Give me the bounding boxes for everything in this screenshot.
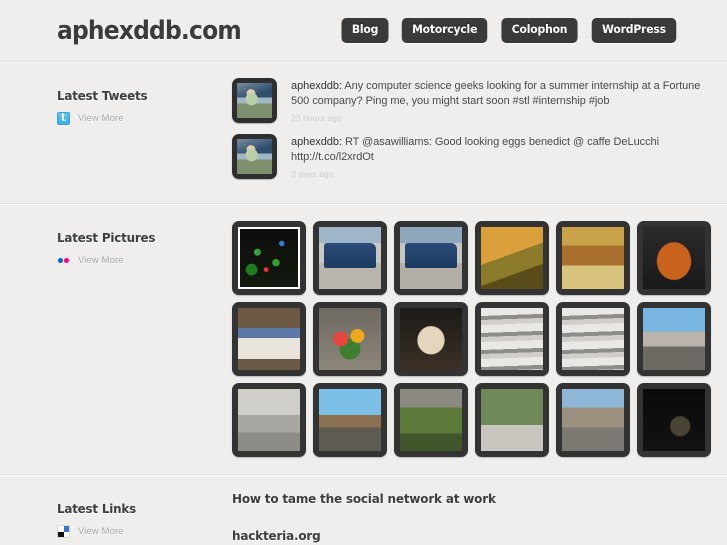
photo-thumbnail[interactable] [556, 302, 630, 376]
photo-image [238, 308, 300, 370]
avatar[interactable] [232, 134, 277, 179]
tweet-item: aphexddb: RT @asawilliams: Good looking … [232, 134, 701, 179]
photo-image [319, 389, 381, 451]
pictures-sidebar: Latest Pictures View More [0, 220, 232, 474]
avatar[interactable] [232, 78, 277, 123]
link-item[interactable]: How to tame the social network at work [232, 491, 682, 506]
delicious-icon [57, 525, 70, 538]
tweets-view-more-link[interactable]: View More [57, 111, 232, 125]
photo-thumbnail[interactable] [475, 302, 549, 376]
photo-image [643, 389, 705, 451]
photo-thumbnail[interactable] [232, 221, 306, 295]
photo-thumbnail[interactable] [394, 383, 468, 457]
tweet-message: RT @asawilliams: Good looking eggs bened… [291, 136, 660, 163]
photo-thumbnail[interactable] [313, 302, 387, 376]
latest-pictures-heading: Latest Pictures [57, 230, 156, 245]
twitter-icon [57, 111, 70, 125]
tweet-text: aphexddb: Any computer science geeks loo… [291, 79, 701, 109]
tweet-username[interactable]: aphexddb: [291, 80, 342, 92]
photo-thumbnail[interactable] [313, 221, 387, 295]
photo-thumbnail[interactable] [394, 302, 468, 376]
pictures-grid [232, 220, 711, 457]
tweets-list: aphexddb: Any computer science geeks loo… [232, 78, 727, 203]
links-sidebar: Latest Links View More [0, 491, 232, 544]
photo-image [319, 227, 381, 289]
photo-thumbnail[interactable] [394, 221, 468, 295]
tweet-timestamp: 23 hours ago [291, 113, 342, 123]
photo-thumbnail[interactable] [475, 383, 549, 457]
photo-image [319, 308, 381, 370]
tweet-username[interactable]: aphexddb: [291, 136, 342, 148]
links-view-more-label: View More [78, 526, 124, 537]
pictures-view-more-label: View More [78, 255, 124, 266]
photo-image [400, 227, 462, 289]
photo-thumbnail[interactable] [637, 302, 711, 376]
photo-thumbnail[interactable] [637, 383, 711, 457]
nav-blog-button[interactable]: Blog [341, 18, 389, 43]
links-list: How to tame the social network at work h… [232, 491, 727, 544]
tweets-sidebar: Latest Tweets View More [0, 78, 232, 203]
tweet-item: aphexddb: Any computer science geeks loo… [232, 78, 701, 123]
main-navigation: Blog Motorcycle Colophon WordPress [340, 18, 679, 43]
link-item[interactable]: hackteria.org [232, 528, 682, 543]
photo-image [400, 389, 462, 451]
site-header: aphexddb.com Blog Motorcycle Colophon Wo… [0, 0, 727, 62]
photo-image [562, 227, 624, 289]
tweet-text: aphexddb: RT @asawilliams: Good looking … [291, 135, 701, 165]
photo-image [238, 389, 300, 451]
photo-image [238, 227, 300, 289]
photo-image [643, 308, 705, 370]
avatar-photo [237, 139, 272, 174]
tweet-body: aphexddb: Any computer science geeks loo… [291, 78, 701, 123]
tweet-message: Any computer science geeks looking for a… [291, 80, 701, 107]
photo-image [481, 308, 543, 370]
photo-image [481, 227, 543, 289]
photo-thumbnail[interactable] [637, 221, 711, 295]
photo-thumbnail[interactable] [232, 383, 306, 457]
photo-image [400, 308, 462, 370]
flickr-icon [57, 254, 70, 267]
links-view-more-link[interactable]: View More [57, 525, 232, 538]
tweets-view-more-label: View More [78, 113, 124, 124]
photo-image [481, 389, 543, 451]
photo-image [643, 227, 705, 289]
tweet-body: aphexddb: RT @asawilliams: Good looking … [291, 134, 701, 179]
photo-thumbnail[interactable] [556, 221, 630, 295]
nav-wordpress-button[interactable]: WordPress [591, 18, 677, 43]
latest-tweets-heading: Latest Tweets [57, 88, 148, 103]
site-logo[interactable]: aphexddb.com [57, 18, 242, 44]
latest-tweets-section: Latest Tweets View More aphexddb: Any co… [0, 62, 727, 203]
nav-motorcycle-button[interactable]: Motorcycle [401, 18, 488, 43]
avatar-photo [237, 83, 272, 118]
tweet-timestamp: 3 days ago [291, 169, 334, 179]
photo-thumbnail[interactable] [232, 302, 306, 376]
photo-thumbnail[interactable] [475, 221, 549, 295]
latest-pictures-section: Latest Pictures View More [0, 203, 727, 474]
latest-links-heading: Latest Links [57, 501, 136, 516]
latest-links-section: Latest Links View More How to tame the s… [0, 474, 727, 544]
photo-image [562, 308, 624, 370]
pictures-view-more-link[interactable]: View More [57, 254, 232, 267]
pictures-grid-wrapper [232, 220, 727, 474]
photo-thumbnail[interactable] [313, 383, 387, 457]
nav-colophon-button[interactable]: Colophon [501, 18, 578, 43]
photo-thumbnail[interactable] [556, 383, 630, 457]
photo-image [562, 389, 624, 451]
